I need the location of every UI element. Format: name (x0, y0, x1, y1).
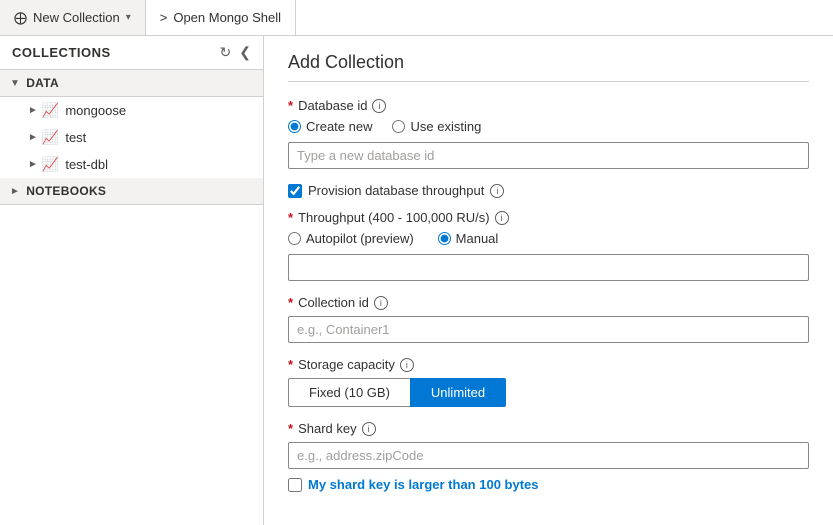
shard-key-note-label[interactable]: My shard key is larger than 100 bytes (308, 477, 539, 492)
provision-checkbox-label[interactable]: Provision database throughput (308, 183, 484, 198)
mongoose-label: mongoose (65, 103, 126, 118)
provision-checkbox[interactable] (288, 184, 302, 198)
new-collection-button[interactable]: ⨁ New Collection ▾ (0, 0, 146, 35)
sidebar: COLLECTIONS ↻ ❮ ▼ DATA ► 📈 mongoose ► 📈 … (0, 36, 264, 525)
shard-key-note-checkbox[interactable] (288, 478, 302, 492)
refresh-button[interactable]: ↻ (220, 44, 232, 61)
use-existing-label: Use existing (410, 119, 481, 134)
chevron-down-icon: ▾ (126, 12, 131, 23)
toolbar: ⨁ New Collection ▾ > Open Mongo Shell (0, 0, 833, 36)
notebooks-section-header[interactable]: ► NOTEBOOKS (0, 178, 263, 205)
collection-id-group: * Collection id i (288, 295, 809, 343)
collection-id-required-star: * (288, 295, 293, 310)
shard-key-required-star: * (288, 421, 293, 436)
shard-key-note-text: My shard key is larger than (308, 477, 479, 492)
new-collection-label: New Collection (33, 10, 120, 25)
sidebar-header-icons: ↻ ❮ (220, 44, 251, 61)
storage-buttons: Fixed (10 GB) Unlimited (288, 378, 809, 407)
list-item[interactable]: ► 📈 mongoose (0, 97, 263, 124)
data-chevron-icon: ▼ (10, 78, 20, 89)
manual-radio[interactable] (438, 232, 451, 245)
shard-key-note-row: My shard key is larger than 100 bytes (288, 477, 809, 492)
data-section-label: DATA (26, 76, 59, 90)
throughput-info-icon[interactable]: i (495, 211, 509, 225)
test-dbl-db-icon: 📈 (42, 156, 59, 173)
use-existing-radio[interactable] (392, 120, 405, 133)
storage-capacity-label-row: * Storage capacity i (288, 357, 809, 372)
database-id-input[interactable] (288, 142, 809, 169)
notebooks-section-label: NOTEBOOKS (26, 184, 106, 198)
throughput-label-row: * Throughput (400 - 100,000 RU/s) i (288, 210, 809, 225)
right-panel: Add Collection * Database id i Create ne… (264, 36, 833, 525)
storage-capacity-label: Storage capacity (298, 357, 395, 372)
shard-key-label-row: * Shard key i (288, 421, 809, 436)
manual-option[interactable]: Manual (438, 231, 499, 246)
test-chevron-icon: ► (28, 132, 38, 143)
unlimited-storage-button[interactable]: Unlimited (410, 378, 506, 407)
panel-title: Add Collection (288, 52, 809, 82)
main-layout: COLLECTIONS ↻ ❮ ▼ DATA ► 📈 mongoose ► 📈 … (0, 36, 833, 525)
notebooks-chevron-icon: ► (10, 186, 20, 197)
collections-header-title: COLLECTIONS (12, 45, 111, 60)
shard-key-input[interactable] (288, 442, 809, 469)
test-dbl-label: test-dbl (65, 157, 108, 172)
list-item[interactable]: ► 📈 test (0, 124, 263, 151)
list-item[interactable]: ► 📈 test-dbl (0, 151, 263, 178)
shard-key-group: * Shard key i My shard key is larger tha… (288, 421, 809, 492)
throughput-input[interactable]: 400 (288, 254, 809, 281)
database-id-label-row: * Database id i (288, 98, 809, 113)
test-label: test (65, 130, 86, 145)
database-id-required-star: * (288, 98, 293, 113)
shard-key-note-highlight: 100 bytes (479, 477, 538, 492)
collection-id-label: Collection id (298, 295, 369, 310)
terminal-icon: > (160, 10, 168, 25)
use-existing-option[interactable]: Use existing (392, 119, 481, 134)
database-id-group: * Database id i Create new Use existing (288, 98, 809, 169)
new-collection-icon: ⨁ (14, 10, 27, 26)
database-id-info-icon[interactable]: i (372, 99, 386, 113)
open-mongo-shell-label: Open Mongo Shell (173, 10, 281, 25)
throughput-label: Throughput (400 - 100,000 RU/s) (298, 210, 490, 225)
create-new-radio[interactable] (288, 120, 301, 133)
manual-label: Manual (456, 231, 499, 246)
mongoose-chevron-icon: ► (28, 105, 38, 116)
fixed-storage-button[interactable]: Fixed (10 GB) (288, 378, 410, 407)
shard-key-label: Shard key (298, 421, 357, 436)
collection-id-input[interactable] (288, 316, 809, 343)
database-id-label: Database id (298, 98, 367, 113)
create-new-option[interactable]: Create new (288, 119, 372, 134)
storage-required-star: * (288, 357, 293, 372)
autopilot-option[interactable]: Autopilot (preview) (288, 231, 414, 246)
collapse-button[interactable]: ❮ (239, 44, 251, 61)
data-section: ▼ DATA ► 📈 mongoose ► 📈 test ► 📈 test-db… (0, 70, 263, 178)
autopilot-radio[interactable] (288, 232, 301, 245)
storage-capacity-info-icon[interactable]: i (400, 358, 414, 372)
open-mongo-shell-button[interactable]: > Open Mongo Shell (146, 0, 296, 35)
storage-capacity-group: * Storage capacity i Fixed (10 GB) Unlim… (288, 357, 809, 407)
test-dbl-chevron-icon: ► (28, 159, 38, 170)
collection-id-label-row: * Collection id i (288, 295, 809, 310)
database-id-radio-group: Create new Use existing (288, 119, 809, 134)
create-new-label: Create new (306, 119, 372, 134)
test-db-icon: 📈 (42, 129, 59, 146)
autopilot-label: Autopilot (preview) (306, 231, 414, 246)
notebooks-section: ► NOTEBOOKS (0, 178, 263, 205)
data-section-header[interactable]: ▼ DATA (0, 70, 263, 97)
throughput-radio-group: Autopilot (preview) Manual (288, 231, 809, 246)
throughput-required-star: * (288, 210, 293, 225)
sidebar-header: COLLECTIONS ↻ ❮ (0, 36, 263, 70)
collection-id-info-icon[interactable]: i (374, 296, 388, 310)
provision-checkbox-row: Provision database throughput i (288, 183, 809, 198)
provision-info-icon[interactable]: i (490, 184, 504, 198)
shard-key-info-icon[interactable]: i (362, 422, 376, 436)
mongoose-db-icon: 📈 (42, 102, 59, 119)
throughput-group: * Throughput (400 - 100,000 RU/s) i Auto… (288, 210, 809, 281)
